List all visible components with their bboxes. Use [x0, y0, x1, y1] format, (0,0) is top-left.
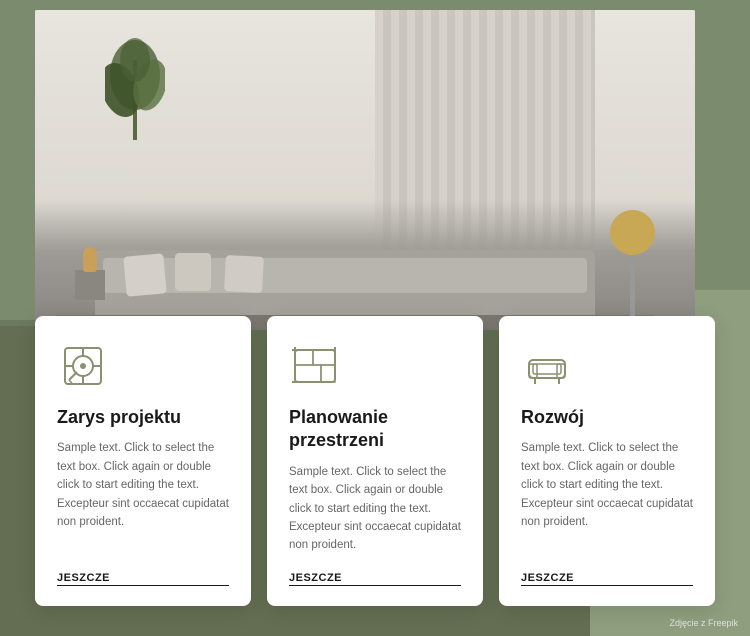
card-2-text: Sample text. Click to select the text bo… — [289, 463, 461, 560]
card-design: Zarys projektu Sample text. Click to sel… — [35, 316, 251, 606]
page-wrapper: Zarys projektu Sample text. Click to sel… — [0, 0, 750, 636]
cards-container: Zarys projektu Sample text. Click to sel… — [35, 316, 715, 606]
card-1-link[interactable]: JESZCZE — [57, 572, 229, 586]
card-3-text: Sample text. Click to select the text bo… — [521, 439, 693, 560]
card-2-title: Planowanie przestrzeni — [289, 406, 461, 453]
card-2-link[interactable]: JESZCZE — [289, 572, 461, 586]
side-table — [65, 240, 115, 300]
photo-credit: Zdjęcie z Freepik — [669, 618, 738, 628]
card-development: Rozwój Sample text. Click to select the … — [499, 316, 715, 606]
sofa-area — [35, 200, 695, 330]
main-photo — [35, 10, 695, 330]
plant-decoration — [105, 20, 165, 140]
card-planning: Planowanie przestrzeni Sample text. Clic… — [267, 316, 483, 606]
planning-icon — [289, 340, 341, 392]
card-3-link[interactable]: JESZCZE — [521, 572, 693, 586]
card-1-text: Sample text. Click to select the text bo… — [57, 439, 229, 560]
design-icon — [57, 340, 109, 392]
floor-lamp — [610, 210, 655, 320]
card-1-title: Zarys projektu — [57, 406, 229, 429]
development-icon — [521, 340, 573, 392]
card-3-title: Rozwój — [521, 406, 693, 429]
